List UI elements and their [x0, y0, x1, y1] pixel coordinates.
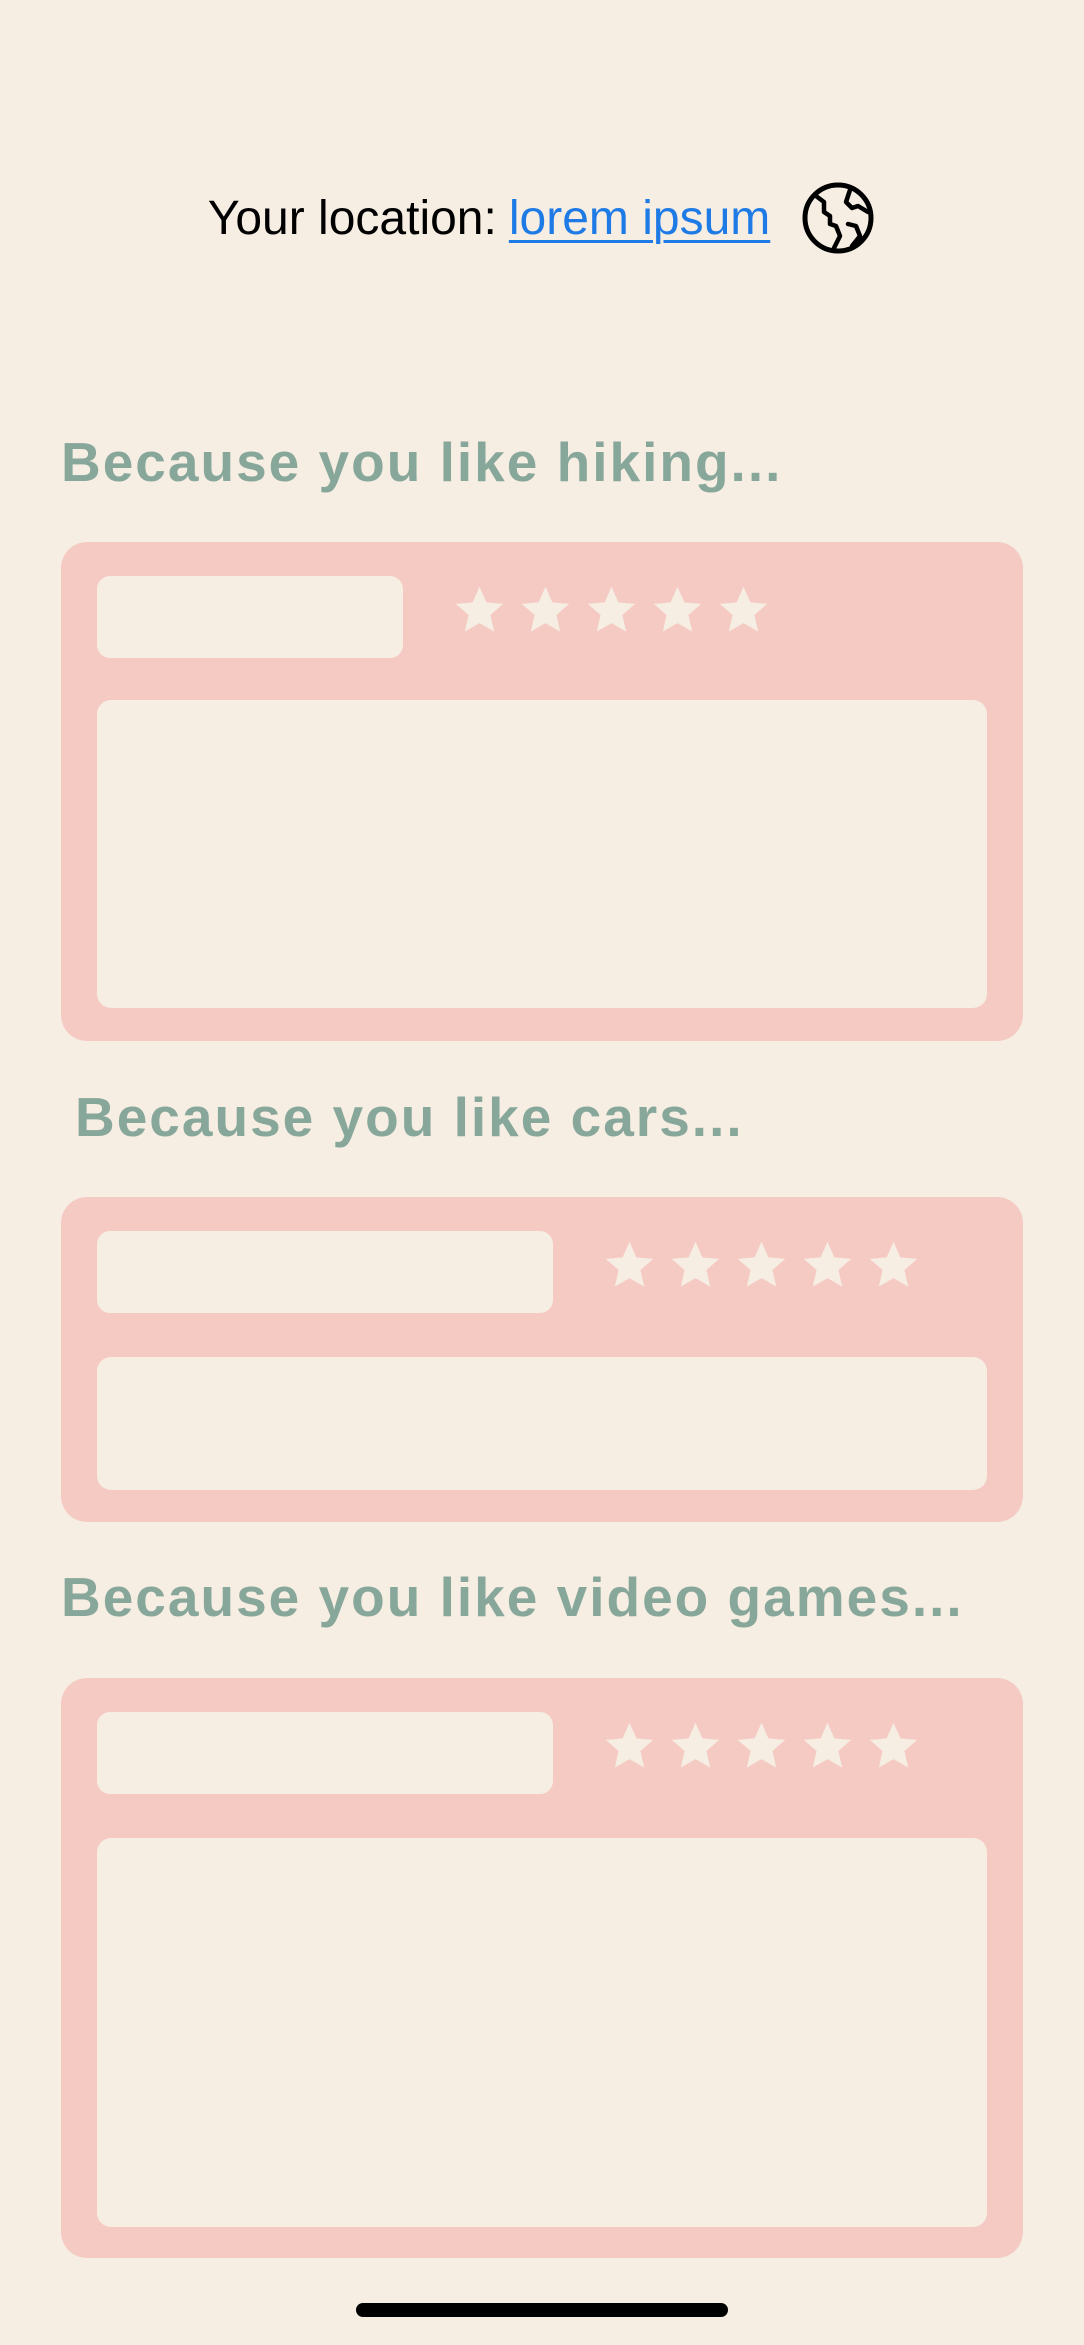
star-icon[interactable] [667, 1237, 724, 1294]
card-body-placeholder [97, 1838, 987, 2227]
star-icon[interactable] [583, 582, 640, 639]
star-icon[interactable] [799, 1237, 856, 1294]
star-icon[interactable] [601, 1237, 658, 1294]
star-icon[interactable] [649, 582, 706, 639]
card-body-placeholder [97, 700, 987, 1008]
star-icon[interactable] [451, 582, 508, 639]
recommendation-card-video-games[interactable] [61, 1678, 1023, 2258]
section-heading-hiking: Because you like hiking... [61, 431, 783, 493]
star-icon[interactable] [865, 1237, 922, 1294]
card-title-placeholder [97, 576, 403, 658]
star-icon[interactable] [799, 1718, 856, 1775]
star-icon[interactable] [667, 1718, 724, 1775]
card-body-placeholder [97, 1357, 987, 1490]
card-title-placeholder [97, 1712, 553, 1794]
location-label: Your location: [207, 191, 497, 245]
section-heading-cars: Because you like cars... [75, 1086, 744, 1148]
home-indicator[interactable] [356, 2303, 728, 2317]
globe-icon[interactable] [800, 180, 876, 256]
card-title-placeholder [97, 1231, 553, 1313]
location-link[interactable]: lorem ipsum [509, 191, 770, 246]
star-icon[interactable] [865, 1718, 922, 1775]
star-icon[interactable] [517, 582, 574, 639]
recommendation-card-cars[interactable] [61, 1197, 1023, 1522]
star-icon[interactable] [715, 582, 772, 639]
location-bar: Your location: lorem ipsum [0, 176, 1084, 260]
star-rating[interactable] [601, 1237, 922, 1294]
star-rating[interactable] [451, 582, 772, 639]
star-icon[interactable] [733, 1718, 790, 1775]
star-icon[interactable] [733, 1237, 790, 1294]
star-rating[interactable] [601, 1718, 922, 1775]
recommendation-card-hiking[interactable] [61, 542, 1023, 1041]
section-heading-video-games: Because you like video games... [61, 1566, 964, 1628]
star-icon[interactable] [601, 1718, 658, 1775]
